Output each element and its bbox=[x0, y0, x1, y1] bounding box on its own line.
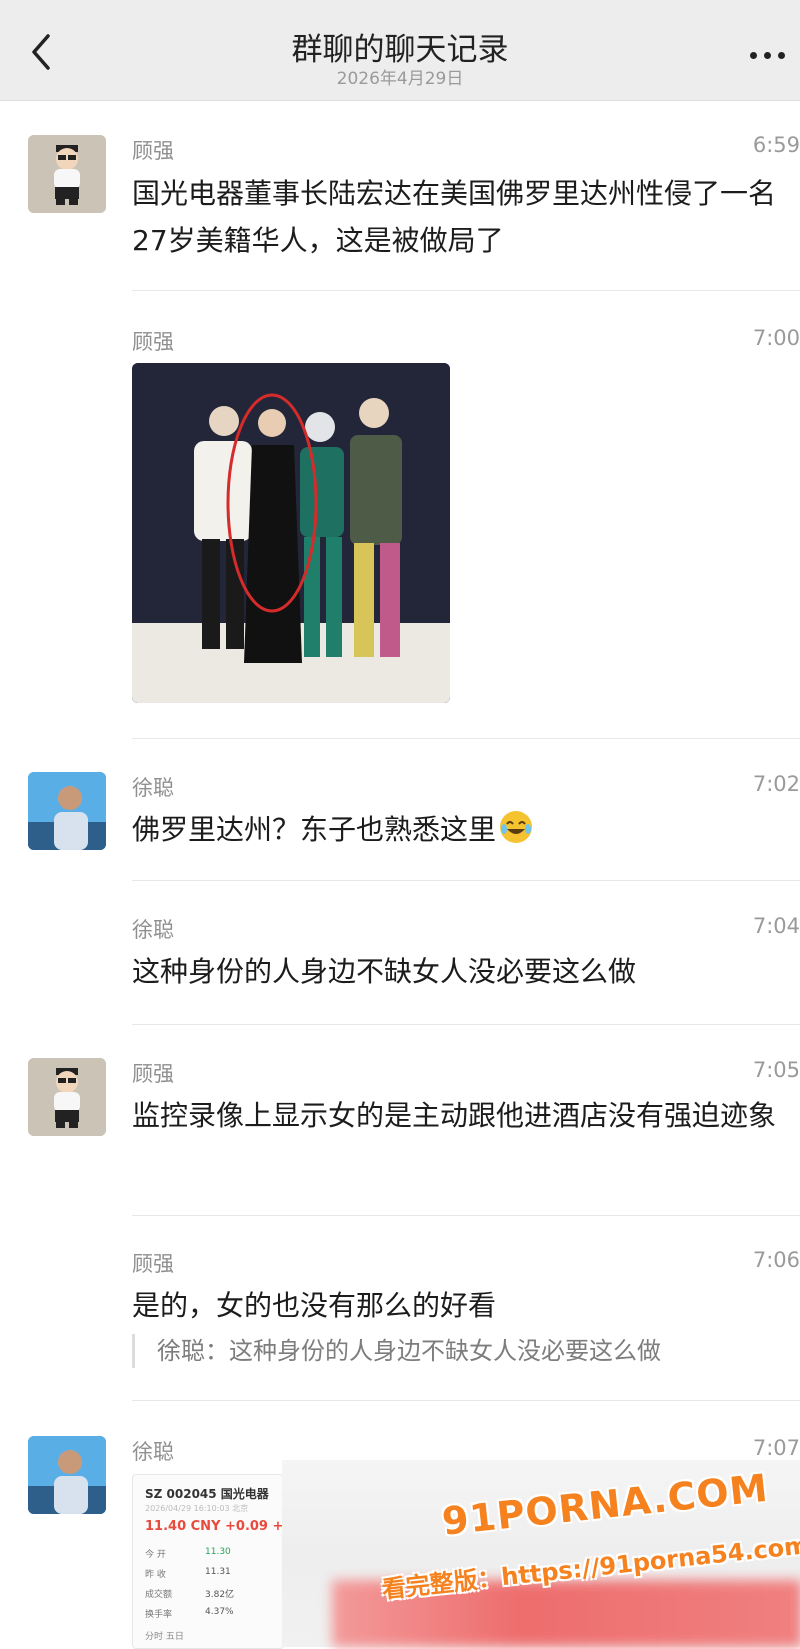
message-sender: 徐聪 bbox=[132, 776, 174, 800]
stock-row-value: 11.30 bbox=[205, 1547, 231, 1557]
avatar-gu-qiang[interactable] bbox=[28, 1058, 106, 1136]
stock-row-label: 成交额 bbox=[145, 1590, 173, 1600]
more-dots-icon bbox=[750, 52, 757, 59]
message-text[interactable]: 这种身份的人身边不缺女人没必要这么做 bbox=[132, 948, 788, 995]
page-title: 群聊的聊天记录 bbox=[291, 32, 509, 68]
message-sender: 徐聪 bbox=[132, 918, 174, 942]
stock-screenshot-image[interactable]: SZ 002045 国光电器 2026/04/29 16:10:03 北京 11… bbox=[132, 1474, 284, 1649]
message-text[interactable]: 佛罗里达州？东子也熟悉这里 bbox=[132, 806, 788, 853]
cartoon-avatar-image bbox=[28, 135, 106, 213]
message-sender: 顾强 bbox=[132, 330, 174, 354]
message-time: 7:05 bbox=[752, 1058, 800, 1082]
stock-row-value: 11.31 bbox=[205, 1567, 231, 1577]
message-text[interactable]: 国光电器董事长陆宏达在美国佛罗里达州性侵了一名27岁美籍华人，这是被做局了 bbox=[132, 170, 788, 264]
message-time: 7:04 bbox=[752, 914, 800, 938]
message-divider bbox=[132, 1024, 800, 1025]
message-time: 7:07 bbox=[752, 1436, 800, 1460]
laughing-crying-emoji-icon bbox=[500, 811, 533, 843]
stock-row-value: 3.82亿 bbox=[205, 1590, 235, 1600]
profile-photo-avatar-image bbox=[28, 772, 106, 850]
group-photo-image[interactable] bbox=[132, 363, 450, 703]
group-photo bbox=[132, 363, 450, 703]
profile-photo-avatar-image bbox=[28, 1436, 106, 1514]
message-divider bbox=[132, 880, 800, 881]
message-time: 7:06 bbox=[752, 1248, 800, 1272]
stock-row-label: 昨 收 bbox=[145, 1570, 166, 1580]
quoted-message[interactable]: 徐聪：这种身份的人身边不缺女人没必要这么做 bbox=[132, 1334, 661, 1368]
more-button[interactable] bbox=[746, 36, 790, 66]
message-time: 6:59 bbox=[752, 133, 800, 157]
avatar-xu-cong[interactable] bbox=[28, 772, 106, 850]
avatar-gu-qiang[interactable] bbox=[28, 135, 106, 213]
stock-row-label: 今 开 bbox=[145, 1550, 166, 1560]
avatar-xu-cong[interactable] bbox=[28, 1436, 106, 1514]
stock-chart-tabs: 分时 五日 bbox=[145, 1632, 184, 1642]
message-divider bbox=[132, 1400, 800, 1401]
message-divider bbox=[132, 1215, 800, 1216]
stock-price: 11.40 CNY +0.09 +0. bbox=[145, 1519, 284, 1534]
cartoon-avatar-image bbox=[28, 1058, 106, 1136]
message-divider bbox=[132, 738, 800, 739]
message-sender: 徐聪 bbox=[132, 1440, 174, 1464]
stock-row-label: 换手率 bbox=[145, 1610, 173, 1620]
message-divider bbox=[132, 290, 800, 291]
message-time: 7:00 bbox=[752, 326, 800, 350]
stock-row-value: 4.37% bbox=[205, 1607, 234, 1617]
message-sender: 顾强 bbox=[132, 1062, 174, 1086]
stock-code: SZ 002045 国光电器 bbox=[145, 1487, 269, 1501]
message-text[interactable]: 是的，女的也没有那么的好看 bbox=[132, 1282, 788, 1329]
chat-header: 群聊的聊天记录 2026年4月29日 bbox=[0, 0, 800, 101]
message-time: 7:02 bbox=[752, 772, 800, 796]
message-text-content: 佛罗里达州？东子也熟悉这里 bbox=[132, 813, 497, 846]
stock-timestamp: 2026/04/29 16:10:03 北京 bbox=[145, 1504, 249, 1513]
page-subtitle-date: 2026年4月29日 bbox=[336, 69, 464, 89]
message-text[interactable]: 监控录像上显示女的是主动跟他进酒店没有强迫迹象 bbox=[132, 1092, 788, 1139]
message-sender: 顾强 bbox=[132, 1252, 174, 1276]
message-sender: 顾强 bbox=[132, 139, 174, 163]
